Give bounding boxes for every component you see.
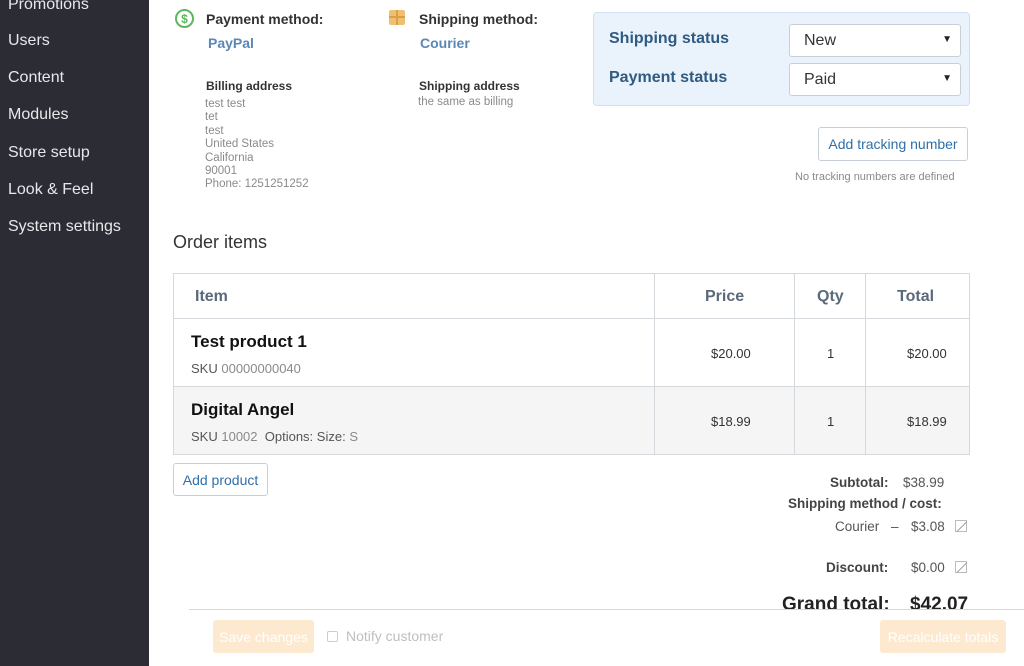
shipping-method-label: Shipping method: bbox=[419, 11, 538, 27]
payment-method-value[interactable]: PayPal bbox=[208, 35, 254, 51]
add-tracking-number-button[interactable]: Add tracking number bbox=[818, 127, 968, 161]
shipping-method-value[interactable]: Courier bbox=[420, 35, 470, 51]
billing-line: 90001 bbox=[205, 165, 237, 178]
shipping-separator: – bbox=[891, 519, 899, 534]
chevron-down-icon: ▼ bbox=[942, 73, 952, 84]
price-cell: $20.00 bbox=[711, 346, 751, 361]
order-details: $ Payment method: PayPal Shipping method… bbox=[149, 0, 1024, 666]
shipping-status-select[interactable]: New ▼ bbox=[789, 24, 961, 57]
billing-line: Phone: 1251251252 bbox=[205, 178, 309, 191]
payment-status-label: Payment status bbox=[609, 69, 728, 86]
sku-label: SKU bbox=[191, 429, 218, 444]
sidebar-item-users[interactable]: Users bbox=[8, 32, 50, 50]
order-items-table: Item Price Qty Total Test product 1 SKU … bbox=[173, 273, 970, 455]
package-icon bbox=[389, 10, 405, 25]
row-divider bbox=[174, 386, 969, 387]
sidebar-item-modules[interactable]: Modules bbox=[8, 106, 68, 124]
order-items-title: Order items bbox=[173, 232, 268, 252]
sku-label: SKU bbox=[191, 361, 218, 376]
payment-status-select[interactable]: Paid ▼ bbox=[789, 63, 961, 96]
discount-value: $0.00 bbox=[911, 560, 945, 575]
bottom-action-bar: Save changes Notify customer Recalculate… bbox=[189, 609, 1024, 666]
add-product-button[interactable]: Add product bbox=[173, 463, 268, 496]
subtotal-value: $38.99 bbox=[903, 475, 945, 490]
qty-cell[interactable]: 1 bbox=[827, 414, 834, 429]
shipping-cost-label: Shipping method / cost: bbox=[788, 496, 942, 511]
sku-value: 10002 bbox=[221, 429, 258, 444]
shipping-address-title: Shipping address bbox=[419, 79, 520, 93]
product-meta: SKU 00000000040 bbox=[191, 361, 301, 376]
column-header-total: Total bbox=[897, 287, 935, 305]
status-panel: Shipping status New ▼ Payment status Pai… bbox=[593, 12, 970, 106]
sidebar-item-content[interactable]: Content bbox=[8, 69, 64, 87]
billing-line: California bbox=[205, 151, 254, 164]
subtotal-label: Subtotal: bbox=[830, 475, 889, 490]
sidebar-item-promotions[interactable]: Promotions bbox=[8, 0, 89, 14]
shipping-status-label: Shipping status bbox=[609, 30, 729, 47]
options-label: Options: Size: bbox=[264, 429, 346, 444]
notify-customer-label[interactable]: Notify customer bbox=[346, 628, 443, 644]
options-value: S bbox=[349, 429, 358, 444]
column-divider bbox=[654, 274, 655, 454]
price-cell: $18.99 bbox=[711, 414, 751, 429]
save-changes-button[interactable]: Save changes bbox=[213, 620, 314, 653]
billing-address: test test tet test United States Califor… bbox=[205, 98, 309, 192]
recalculate-totals-button[interactable]: Recalculate totals bbox=[880, 620, 1006, 653]
billing-line: United States bbox=[205, 138, 275, 151]
payment-method-label: Payment method: bbox=[206, 11, 324, 27]
sidebar-item-look-and-feel[interactable]: Look & Feel bbox=[8, 181, 93, 199]
edit-icon[interactable] bbox=[955, 561, 967, 573]
column-header-qty: Qty bbox=[817, 287, 844, 305]
payment-status-value: Paid bbox=[804, 71, 837, 88]
sku-value: 00000000040 bbox=[221, 361, 301, 376]
billing-line: test bbox=[205, 124, 224, 137]
total-cell: $18.99 bbox=[907, 414, 947, 429]
billing-address-title: Billing address bbox=[206, 79, 293, 93]
column-divider bbox=[794, 274, 795, 454]
product-name[interactable]: Digital Angel bbox=[191, 400, 294, 420]
notify-customer-checkbox[interactable] bbox=[327, 631, 338, 642]
billing-line: tet bbox=[205, 111, 218, 124]
shipping-cost-value: $3.08 bbox=[911, 519, 945, 534]
column-divider bbox=[865, 274, 866, 454]
shipping-status-value: New bbox=[804, 32, 837, 49]
total-cell: $20.00 bbox=[907, 346, 947, 361]
shipping-address-value: the same as billing bbox=[418, 96, 514, 108]
tracking-empty-note: No tracking numbers are defined bbox=[795, 171, 955, 183]
column-header-item: Item bbox=[195, 287, 228, 305]
row-divider bbox=[174, 318, 969, 319]
shipping-method-name: Courier bbox=[835, 519, 880, 534]
chevron-down-icon: ▼ bbox=[942, 34, 952, 45]
discount-label: Discount: bbox=[826, 560, 889, 575]
dollar-icon: $ bbox=[175, 9, 194, 28]
sidebar-item-system-settings[interactable]: System settings bbox=[8, 218, 121, 236]
qty-cell[interactable]: 1 bbox=[827, 346, 834, 361]
product-meta: SKU 10002 Options: Size: S bbox=[191, 429, 358, 444]
edit-icon[interactable] bbox=[955, 520, 967, 532]
column-header-price: Price bbox=[705, 287, 745, 305]
sidebar: Promotions Users Content Modules Store s… bbox=[0, 0, 149, 666]
sidebar-item-store-setup[interactable]: Store setup bbox=[8, 144, 90, 162]
billing-line: test test bbox=[205, 98, 246, 110]
product-name[interactable]: Test product 1 bbox=[191, 332, 307, 352]
